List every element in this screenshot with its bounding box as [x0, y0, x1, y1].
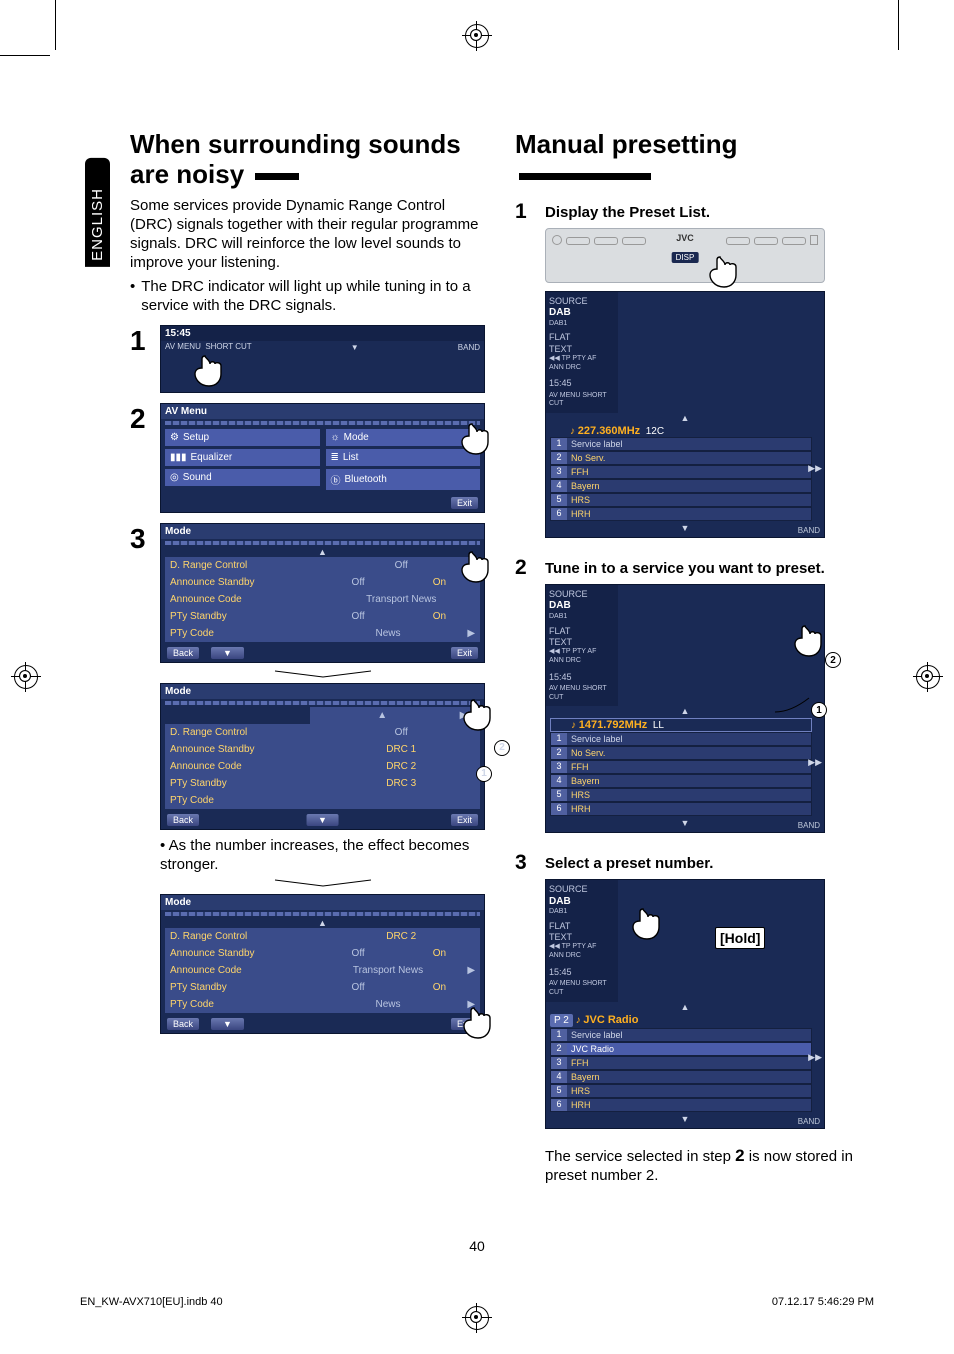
screen-mode-3: Mode ▲ D. Range ControlDRC 2 Announce St… [160, 894, 485, 1034]
mode-title: Mode [161, 524, 484, 539]
gear-icon: ⚙ [170, 432, 179, 443]
menu-setup: Setup [183, 432, 209, 443]
shortcut-label: SHORT CUT [205, 342, 251, 351]
opt-off: Off [323, 557, 481, 574]
step2-label: Tune in to a service you want to preset. [545, 556, 825, 577]
band-label: BAND [458, 343, 480, 352]
heading-left: When surrounding sounds are noisy [130, 130, 485, 190]
page-number: 40 [469, 1238, 485, 1254]
screen-mode-1: Mode ▲ D. Range ControlOff Announce Stan… [160, 523, 485, 663]
jvc-brand: JVC [676, 233, 694, 243]
preset-2-selected: JVC Radio [567, 1043, 811, 1055]
preset-6: HRH [567, 508, 811, 520]
step-3-r: 3 [515, 851, 535, 875]
clock-label: 15:45 [165, 328, 191, 339]
menu-equalizer: Equalizer [191, 452, 233, 463]
bullet-icon: • [130, 277, 135, 315]
ch1: 12C [646, 426, 664, 437]
step-3-number: 3 [130, 523, 150, 555]
screen-preset-1: SOURCE DAB DAB1 FLAT TEXT ◀◀ TP PTY AF A… [545, 291, 825, 538]
list-icon: ≣ [331, 452, 339, 463]
screen-mode-2: Mode ▲▶▶ D. Range ControlOff Announce St… [160, 683, 485, 830]
preset-1: Service label [567, 438, 811, 450]
mode-drc-row: D. Range Control [165, 557, 323, 574]
back-button[interactable]: Back [167, 647, 199, 659]
heading-right: Manual presetting [515, 130, 870, 190]
p2-badge: P 2 [550, 1014, 573, 1027]
screen-preset-3: SOURCE DAB DAB1 FLAT TEXT ◀◀ TP PTY AF A… [545, 879, 825, 1128]
preset-2: No Serv. [567, 452, 811, 464]
preset-5: HRS [567, 494, 811, 506]
device-bezel: JVC DISP [545, 228, 825, 283]
step1-label: Display the Preset List. [545, 200, 710, 221]
dab-label: DAB [549, 307, 571, 318]
ch2: LL [653, 720, 664, 731]
avmenu-label: AV MENU [165, 342, 201, 351]
heading-left-text: When surrounding sounds are noisy [130, 129, 461, 189]
screen-avmenu: AV Menu ⚙ Setup ▮▮▮ Equalizer ◎ Sound ☼ Mode… [160, 403, 485, 513]
exit-button[interactable]: Exit [451, 814, 478, 826]
callout-2: 2 [825, 652, 841, 668]
clock-r: 15:45 [549, 378, 615, 389]
freq1: 227.360MHz [578, 425, 640, 437]
mode-pty-standby: PTy Standby [165, 608, 318, 625]
freq2: 1471.792MHz [579, 719, 648, 731]
footer-filename: EN_KW-AVX710[EU].indb 40 [80, 1296, 223, 1308]
avmenu-title: AV Menu [161, 404, 484, 419]
mode-announce-standby: Announce Standby [165, 574, 318, 591]
hold-note: [Hold] [715, 927, 765, 949]
register-mark [465, 24, 489, 48]
preset-4: Bayern [567, 480, 811, 492]
register-mark [916, 665, 940, 689]
mode-icon: ☼ [331, 432, 340, 443]
note-stronger: As the number increases, the effect beco… [160, 837, 469, 873]
intro-paragraph: Some services provide Dynamic Range Cont… [130, 196, 485, 315]
back-button[interactable]: Back [167, 814, 199, 826]
exit-button[interactable]: Exit [451, 1018, 478, 1030]
menu-mode: Mode [344, 432, 369, 443]
register-mark [465, 1306, 489, 1330]
mode-title-3: Mode [161, 895, 484, 910]
preset-3: FFH [567, 466, 811, 478]
exit-button[interactable]: Exit [451, 497, 478, 509]
mode-title-2: Mode [161, 684, 484, 699]
callout-1: 1 [811, 702, 827, 718]
step-2-number: 2 [130, 403, 150, 435]
heading-right-text: Manual presetting [515, 129, 737, 159]
callout-1: 1 [476, 766, 492, 782]
bullet-icon: • [160, 837, 165, 854]
bluetooth-icon: ⓑ [331, 472, 341, 487]
register-mark [14, 665, 38, 689]
band-label-r: BAND [798, 526, 820, 535]
mode-announce-code: Announce Code [165, 591, 323, 608]
disp-button: DISP [672, 252, 699, 263]
step3-label: Select a preset number. [545, 851, 713, 872]
equalizer-icon: ▮▮▮ [170, 452, 187, 463]
step-1-number: 1 [130, 325, 150, 357]
menu-sound: Sound [183, 472, 212, 483]
final-step-ref: 2 [735, 1146, 744, 1165]
footer-timestamp: 07.12.17 5:46:29 PM [772, 1296, 874, 1308]
drc-note: The DRC indicator will light up while tu… [141, 277, 485, 315]
exit-button[interactable]: Exit [451, 647, 478, 659]
jvc-radio-label: JVC Radio [583, 1014, 638, 1026]
mode-pty-code: PTy Code [165, 625, 314, 642]
src-label: SOURCE [549, 296, 615, 307]
language-tab: ENGLISH [85, 158, 110, 267]
menu-bluetooth: Bluetooth [345, 474, 387, 485]
menu-list: List [343, 452, 359, 463]
sound-icon: ◎ [170, 472, 179, 483]
callout-2: 2 [494, 740, 510, 756]
final-a: The service selected in step [545, 1148, 735, 1165]
step-2-r: 2 [515, 556, 535, 580]
step-1-r: 1 [515, 200, 535, 224]
back-button[interactable]: Back [167, 1018, 199, 1030]
screen-step1: 15:45 AV MENU SHORT CUT ▼ BAND [160, 325, 485, 393]
